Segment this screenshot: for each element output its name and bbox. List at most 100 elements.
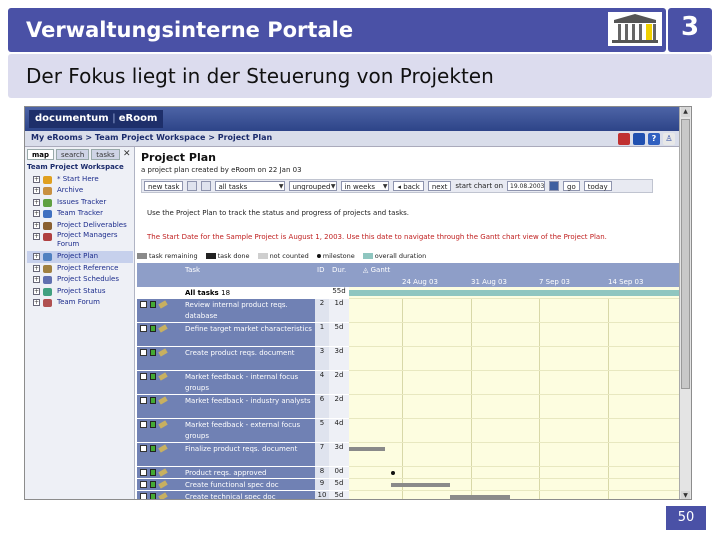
header-id[interactable]: ID xyxy=(317,266,324,274)
tab-search[interactable]: search xyxy=(56,149,90,160)
view-icon[interactable] xyxy=(187,181,198,191)
document-icon[interactable] xyxy=(150,301,156,308)
select-checkbox[interactable] xyxy=(140,325,147,332)
document-icon[interactable] xyxy=(150,445,156,452)
vertical-scrollbar[interactable]: ▲ ▼ xyxy=(679,107,691,499)
table-row[interactable]: Market feedback - internal focus groups 4… xyxy=(137,371,682,395)
select-checkbox[interactable] xyxy=(140,349,147,356)
new-task-button[interactable]: new task xyxy=(144,181,184,191)
task-name[interactable]: Create technical spec doc xyxy=(185,492,313,499)
edit-icon[interactable] xyxy=(158,324,168,333)
select-checkbox[interactable] xyxy=(140,481,147,488)
document-icon[interactable] xyxy=(150,421,156,428)
select-checkbox[interactable] xyxy=(140,373,147,380)
header-task[interactable]: Task xyxy=(185,266,200,274)
task-name[interactable]: Market feedback - external focus groups xyxy=(185,420,313,442)
expand-icon[interactable]: + xyxy=(33,187,40,194)
diamond-icon[interactable] xyxy=(633,133,645,145)
select-checkbox[interactable] xyxy=(140,421,147,428)
go-button[interactable]: go xyxy=(563,181,580,191)
scroll-down-icon[interactable]: ▼ xyxy=(681,491,690,499)
edit-icon[interactable] xyxy=(158,492,168,499)
tab-tasks[interactable]: tasks xyxy=(91,149,120,160)
scroll-up-icon[interactable]: ▲ xyxy=(681,107,690,117)
tree-root[interactable]: Team Project Workspace xyxy=(27,162,133,174)
scale-select[interactable]: in weeks xyxy=(341,181,390,191)
edit-icon[interactable] xyxy=(158,480,168,489)
expand-icon[interactable]: + xyxy=(33,264,40,272)
edit-icon[interactable] xyxy=(158,372,168,381)
today-button[interactable]: today xyxy=(583,181,612,191)
header-gantt[interactable]: ◬ Gantt xyxy=(363,266,390,274)
sidebar-item-project-plan[interactable]: + Project Plan xyxy=(27,251,133,263)
task-name[interactable]: Market feedback - industry analysts xyxy=(185,396,313,407)
calendar-icon[interactable] xyxy=(549,181,560,191)
edit-icon[interactable] xyxy=(158,396,168,405)
document-icon[interactable] xyxy=(150,481,156,488)
edit-icon[interactable] xyxy=(158,444,168,453)
sidebar-item-team-tracker[interactable]: + Team Tracker xyxy=(27,208,133,220)
start-date-input[interactable]: 19.08.2003 xyxy=(507,181,546,191)
next-button[interactable]: next xyxy=(427,181,452,191)
grouping-select[interactable]: ungrouped xyxy=(289,181,338,191)
task-bar[interactable] xyxy=(450,495,510,499)
task-name[interactable]: Create functional spec doc xyxy=(185,480,313,491)
tab-map[interactable]: map xyxy=(27,149,55,160)
edit-icon[interactable] xyxy=(158,300,168,309)
user-icon[interactable]: ♙ xyxy=(663,133,675,145)
table-row[interactable]: Market feedback - industry analysts 6 2d xyxy=(137,395,682,419)
close-icon[interactable]: ✕ xyxy=(123,149,131,159)
expand-icon[interactable]: + xyxy=(33,299,40,306)
table-row[interactable]: Review internal product reqs. database 2 1… xyxy=(137,299,682,323)
expand-icon[interactable]: + xyxy=(33,287,40,295)
task-name[interactable]: Define target market characteristics xyxy=(185,324,313,335)
table-row[interactable]: Create functional spec doc 9 5d xyxy=(137,479,682,491)
document-icon[interactable] xyxy=(150,493,156,499)
table-row[interactable]: Market feedback - external focus groups 5… xyxy=(137,419,682,443)
task-name[interactable]: Market feedback - internal focus groups xyxy=(185,372,313,394)
select-checkbox[interactable] xyxy=(140,469,147,476)
sidebar-item-team-forum[interactable]: + Team Forum xyxy=(27,297,133,309)
task-name[interactable]: Create product reqs. document xyxy=(185,348,313,359)
summary-row[interactable]: All tasks 18 55d xyxy=(137,287,682,299)
document-icon[interactable] xyxy=(150,373,156,380)
print-icon[interactable] xyxy=(201,181,212,191)
sidebar-item-project-reference[interactable]: + Project Reference xyxy=(27,263,133,275)
sidebar-item-issues-tracker[interactable]: + Issues Tracker xyxy=(27,197,133,209)
expand-icon[interactable]: + xyxy=(33,198,40,206)
sidebar-item-start-here[interactable]: + * Start Here xyxy=(27,174,133,186)
expand-icon[interactable]: + xyxy=(33,253,40,260)
sidebar-item-archive[interactable]: + Archive xyxy=(27,185,133,197)
expand-icon[interactable]: + xyxy=(33,221,40,229)
scroll-thumb[interactable] xyxy=(681,119,690,389)
flag-icon[interactable] xyxy=(618,133,630,145)
sidebar-item-project-status[interactable]: + Project Status xyxy=(27,286,133,298)
select-checkbox[interactable] xyxy=(140,301,147,308)
select-checkbox[interactable] xyxy=(140,445,147,452)
edit-icon[interactable] xyxy=(158,420,168,429)
expand-icon[interactable]: + xyxy=(33,233,40,240)
document-icon[interactable] xyxy=(150,325,156,332)
filter-select[interactable]: all tasks xyxy=(215,181,286,191)
table-row[interactable]: Finalize product reqs. document 7 3d xyxy=(137,443,682,467)
expand-icon[interactable]: + xyxy=(33,210,40,217)
select-checkbox[interactable] xyxy=(140,493,147,499)
task-bar[interactable] xyxy=(349,447,385,451)
edit-icon[interactable] xyxy=(158,348,168,357)
task-name[interactable]: Product reqs. approved xyxy=(185,468,313,479)
document-icon[interactable] xyxy=(150,397,156,404)
info-icon[interactable]: ? xyxy=(648,133,660,145)
expand-icon[interactable]: + xyxy=(33,175,40,183)
back-button[interactable]: ◂ back xyxy=(393,181,424,191)
table-row[interactable]: Product reqs. approved 8 0d xyxy=(137,467,682,479)
table-row[interactable]: Create product reqs. document 3 3d xyxy=(137,347,682,371)
table-row[interactable]: Create technical spec doc 10 5d xyxy=(137,491,682,499)
sidebar-item-project-managers-forum[interactable]: + Project Managers Forum xyxy=(27,231,133,251)
task-name[interactable]: Review internal product reqs. database xyxy=(185,300,313,322)
document-icon[interactable] xyxy=(150,469,156,476)
task-bar[interactable] xyxy=(390,483,451,487)
select-checkbox[interactable] xyxy=(140,397,147,404)
edit-icon[interactable] xyxy=(158,468,168,477)
table-row[interactable]: Define target market characteristics 1 5d xyxy=(137,323,682,347)
breadcrumb[interactable]: My eRooms > Team Project Workspace > Pro… xyxy=(31,133,272,142)
